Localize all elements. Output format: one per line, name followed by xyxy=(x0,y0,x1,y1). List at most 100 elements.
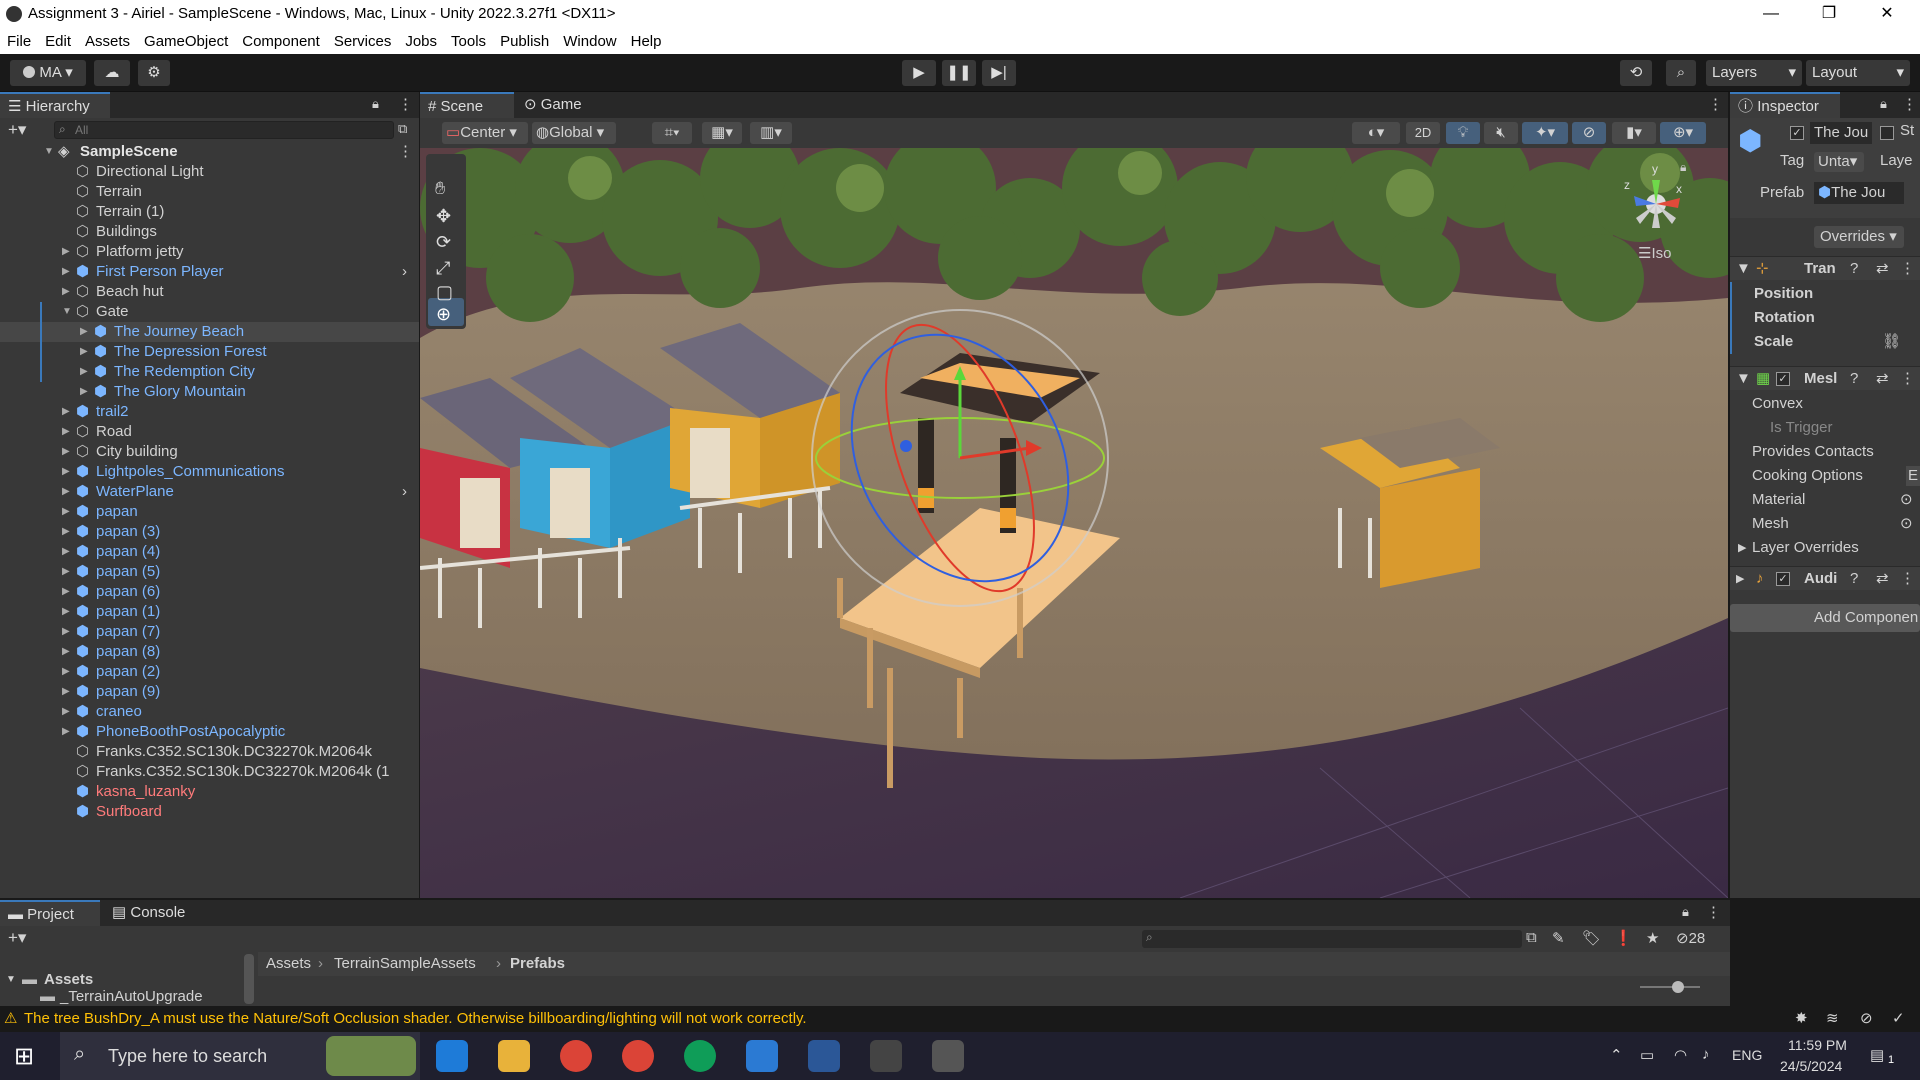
search-by-type-icon[interactable]: ⧉ xyxy=(1526,929,1537,946)
hierarchy-item[interactable]: ⬡ Terrain xyxy=(0,182,419,202)
scale-tool-icon[interactable]: ⤢ xyxy=(436,258,450,279)
mesh-collider-enabled-checkbox[interactable]: ✓ xyxy=(1776,372,1790,386)
windows-start-icon[interactable]: ⊞ xyxy=(14,1042,34,1071)
clock-time[interactable]: 11:59 PM xyxy=(1788,1037,1847,1053)
help-icon[interactable]: ? xyxy=(1850,367,1858,391)
collapse-arrow-icon[interactable]: ▼ xyxy=(6,970,16,990)
chrome-profile-s-icon[interactable] xyxy=(684,1040,716,1072)
filter-by-label-icon[interactable]: ✎ xyxy=(1552,929,1565,947)
notification-icon[interactable]: ▤ xyxy=(1870,1046,1884,1064)
rotation-row[interactable]: Rotation xyxy=(1730,306,1920,330)
hierarchy-item[interactable]: ▶ ⬢ WaterPlane › xyxy=(0,482,419,502)
draw-mode-button[interactable]: ◐▾ xyxy=(1352,122,1400,144)
expand-arrow-icon[interactable]: ▶ xyxy=(62,422,70,442)
hierarchy-item[interactable]: ▶ ⬡ Platform jetty xyxy=(0,242,419,262)
transform-tool-icon[interactable]: ⊕ xyxy=(436,304,451,325)
favorite-star-icon[interactable]: ★ xyxy=(1646,929,1659,947)
mesh-row[interactable]: Mesh ⊙ xyxy=(1730,512,1920,536)
tab-project[interactable]: ▬ Project xyxy=(0,900,100,926)
more-icon[interactable]: ⋮ xyxy=(1900,367,1915,391)
object-picker-icon[interactable]: ⊙ xyxy=(1900,512,1913,536)
slider-handle[interactable] xyxy=(1672,981,1684,993)
scene-root-row[interactable]: ▼ ◈ SampleScene ⋮ xyxy=(0,142,419,162)
active-checkbox[interactable]: ✓ xyxy=(1790,126,1804,140)
debug-mode-icon[interactable]: ⊘ xyxy=(1860,1006,1873,1032)
audio-header[interactable]: ▶ ♪ ✓ Audi ? ⇄ ⋮ xyxy=(1730,566,1920,590)
expand-arrow-icon[interactable]: ▶ xyxy=(62,462,70,482)
hierarchy-item[interactable]: ⬡ Franks.C352.SC130k.DC32270k.M2064k (1 xyxy=(0,762,419,782)
breadcrumb-terrainsampleassets[interactable]: TerrainSampleAssets xyxy=(334,952,476,976)
more-icon[interactable]: ⋮ xyxy=(1900,567,1915,591)
rotate-tool-icon[interactable]: ⟳ xyxy=(436,232,451,253)
hierarchy-item[interactable]: ▶ ⬢ trail2 xyxy=(0,402,419,422)
hierarchy-item[interactable]: ▶ ⬢ First Person Player › xyxy=(0,262,419,282)
chrome-icon[interactable] xyxy=(560,1040,592,1072)
position-row[interactable]: Position xyxy=(1730,282,1920,306)
audio-enabled-checkbox[interactable]: ✓ xyxy=(1776,572,1790,586)
menu-component[interactable]: Component xyxy=(235,30,327,50)
open-prefab-icon[interactable]: › xyxy=(402,262,407,282)
grid-snap-button[interactable]: ⌗▾ xyxy=(652,122,692,144)
icon-size-slider[interactable] xyxy=(1640,981,1700,993)
assets-folder-row[interactable]: ▼ ▬ Assets xyxy=(0,970,256,990)
hierarchy-item[interactable]: ⬡ Buildings xyxy=(0,222,419,242)
expand-arrow-icon[interactable]: ▶ xyxy=(80,322,88,342)
lock-icon[interactable]: 🔒︎ xyxy=(1880,96,1887,112)
expand-arrow-icon[interactable]: ▶ xyxy=(62,602,70,622)
hierarchy-item[interactable]: ▶ ⬢ papan (2) xyxy=(0,662,419,682)
terrain-upgrade-folder-row[interactable]: ▬ _TerrainAutoUpgrade xyxy=(0,988,256,1006)
camera-settings-button[interactable]: ▮▾ xyxy=(1612,122,1656,144)
object-picker-icon[interactable]: ⊙ xyxy=(1900,488,1913,512)
lock-icon[interactable]: 🔒︎ xyxy=(1680,160,1686,175)
cloud-button[interactable]: ☁ xyxy=(94,60,130,86)
hierarchy-item[interactable]: ▶ ⬡ City building xyxy=(0,442,419,462)
preset-icon[interactable]: ⇄ xyxy=(1876,367,1889,391)
taskbar-search-box[interactable]: ⌕ Type here to search xyxy=(60,1032,420,1080)
more-icon[interactable]: ⋮ xyxy=(1900,257,1915,281)
expand-arrow-icon[interactable]: ▶ xyxy=(80,342,88,362)
projection-label[interactable]: ☰Iso xyxy=(1638,244,1671,262)
hierarchy-item[interactable]: ▶ ⬡ Road xyxy=(0,422,419,442)
hierarchy-item[interactable]: ▶ ⬡ Beach hut xyxy=(0,282,419,302)
lighting-toggle[interactable]: 💡︎ xyxy=(1446,122,1480,144)
collapse-arrow-icon[interactable]: ▼ xyxy=(44,142,54,162)
hierarchy-item[interactable]: ⬡ Franks.C352.SC130k.DC32270k.M2064k xyxy=(0,742,419,762)
2d-toggle[interactable]: 2D xyxy=(1406,122,1440,144)
transform-header[interactable]: ▼ ⊹ Tran ? ⇄ ⋮ xyxy=(1730,256,1920,280)
mesh-collider-header[interactable]: ▼ ▦ ✓ Mesl ? ⇄ ⋮ xyxy=(1730,366,1920,390)
unity-editor-icon[interactable] xyxy=(932,1040,964,1072)
link-icon[interactable]: ⛓ xyxy=(1882,330,1901,354)
add-icon[interactable]: +▾ xyxy=(8,120,26,140)
static-checkbox[interactable] xyxy=(1880,126,1894,140)
pivot-dropdown[interactable]: ▭Center ▾ xyxy=(442,122,528,144)
menu-file[interactable]: File xyxy=(0,30,38,50)
menu-tools[interactable]: Tools xyxy=(444,30,493,50)
effects-toggle[interactable]: ✦▾ xyxy=(1522,122,1568,144)
hierarchy-item[interactable]: ⬢ Surfboard xyxy=(0,802,419,822)
progress-check-icon[interactable]: ✓ xyxy=(1892,1006,1905,1032)
folder-tree-scrollbar[interactable] xyxy=(244,954,254,1004)
expand-arrow-icon[interactable]: ▶ xyxy=(62,522,70,542)
collapse-arrow-icon[interactable]: ▼ xyxy=(1736,367,1751,391)
collab-button[interactable]: ⚙ xyxy=(138,60,170,86)
expand-arrow-icon[interactable]: ▶ xyxy=(62,502,70,522)
expand-arrow-icon[interactable]: ▶ xyxy=(62,282,70,302)
menu-services[interactable]: Services xyxy=(327,30,399,50)
is-trigger-row[interactable]: Is Trigger xyxy=(1730,416,1920,440)
menu-publish[interactable]: Publish xyxy=(493,30,556,50)
cooking-options-dropdown[interactable]: E xyxy=(1906,466,1920,486)
open-prefab-icon[interactable]: › xyxy=(402,482,407,502)
space-dropdown[interactable]: ◍Global ▾ xyxy=(532,122,616,144)
step-button[interactable]: ▶| xyxy=(982,60,1016,86)
lock-icon[interactable]: 🔒︎ xyxy=(1682,904,1689,920)
tab-inspector[interactable]: ⓘ Inspector xyxy=(1730,92,1840,118)
volume-icon[interactable]: ♪ xyxy=(1702,1046,1710,1063)
cooking-options-row[interactable]: Cooking Options E xyxy=(1730,464,1920,488)
vscode-icon[interactable] xyxy=(746,1040,778,1072)
edge-icon[interactable] xyxy=(436,1040,468,1072)
expand-arrow-icon[interactable]: ▶ xyxy=(62,702,70,722)
overrides-dropdown[interactable]: Overrides ▾ xyxy=(1814,226,1904,248)
lock-icon[interactable]: 🔒︎ xyxy=(372,96,379,112)
account-button[interactable]: MA ▾ xyxy=(10,60,86,86)
hierarchy-item[interactable]: ▶ ⬢ papan (1) xyxy=(0,602,419,622)
